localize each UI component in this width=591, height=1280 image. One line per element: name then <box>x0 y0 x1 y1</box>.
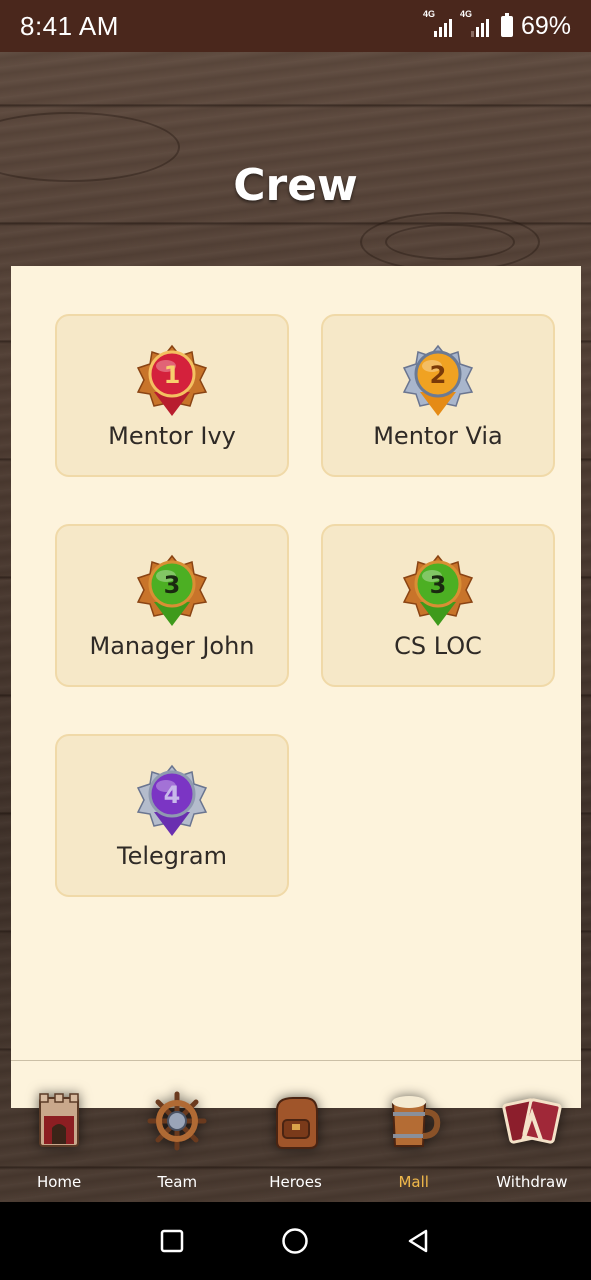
network-type-2: 4G <box>459 9 472 19</box>
svg-text:2: 2 <box>430 361 447 389</box>
battery-percent: 69% <box>520 11 571 40</box>
nav-label-withdraw: Withdraw <box>496 1173 568 1191</box>
contact-card-cs-loc[interactable]: 3 CS LOC <box>321 524 555 687</box>
status-indicators: 4G 4G 69% <box>423 9 571 41</box>
cards-icon <box>502 1098 562 1144</box>
contact-label: Mentor Ivy <box>108 422 236 450</box>
rank-2-badge-icon: 2 <box>402 344 474 416</box>
nav-item-home[interactable]: Home <box>0 1082 118 1202</box>
rank-1-badge-icon: 1 <box>136 344 208 416</box>
recents-icon[interactable] <box>152 1221 192 1261</box>
back-triangle-icon[interactable] <box>399 1221 439 1261</box>
battery-icon <box>500 12 513 37</box>
contact-card-telegram[interactable]: 4 Telegram <box>55 734 289 897</box>
nav-label-home: Home <box>36 1173 82 1191</box>
divider <box>11 1060 581 1061</box>
nav-label-team: Team <box>157 1173 198 1191</box>
svg-text:3: 3 <box>164 571 181 599</box>
contact-label: Mentor Via <box>373 422 503 450</box>
status-bar: 8:41 AM 4G 4G 69% <box>0 0 591 52</box>
nav-item-withdraw[interactable]: Withdraw <box>473 1082 591 1202</box>
contact-label: Manager John <box>89 632 255 660</box>
rank-3-badge-icon: 3 <box>136 554 208 626</box>
nav-label-heroes: Heroes <box>269 1173 322 1191</box>
tower-icon <box>39 1093 80 1147</box>
bottom-nav: Home Team Heroes Mall Withdraw <box>0 1082 591 1202</box>
contact-card-mentor-via[interactable]: 2 Mentor Via <box>321 314 555 477</box>
mug-icon <box>391 1096 440 1147</box>
status-time: 8:41 AM <box>20 10 119 41</box>
backpack-icon <box>275 1097 318 1149</box>
contact-card-mentor-ivy[interactable]: 1 Mentor Ivy <box>55 314 289 477</box>
contact-label: CS LOC <box>394 632 482 660</box>
rank-3-badge-icon: 3 <box>402 554 474 626</box>
system-nav-bar <box>0 1202 591 1280</box>
svg-text:3: 3 <box>430 571 447 599</box>
nav-item-mall[interactable]: Mall <box>355 1082 473 1202</box>
signal-icon: 4G <box>423 9 452 37</box>
nav-item-team[interactable]: Team <box>118 1082 236 1202</box>
svg-text:1: 1 <box>164 361 181 389</box>
nav-item-heroes[interactable]: Heroes <box>236 1082 354 1202</box>
contact-panel: 1 Mentor Ivy 2 Mentor Via 3 Manager John <box>11 266 581 1108</box>
nav-label-mall: Mall <box>398 1173 429 1191</box>
signal-icon-2: 4G <box>460 9 489 37</box>
rank-4-badge-icon: 4 <box>136 764 208 836</box>
svg-text:4: 4 <box>164 781 181 809</box>
page-title: Crew <box>233 160 358 211</box>
contact-label: Telegram <box>117 842 227 870</box>
network-type-1: 4G <box>422 9 435 19</box>
ship-wheel-icon <box>147 1091 207 1151</box>
home-circle-icon[interactable] <box>275 1221 315 1261</box>
contact-card-manager-john[interactable]: 3 Manager John <box>55 524 289 687</box>
